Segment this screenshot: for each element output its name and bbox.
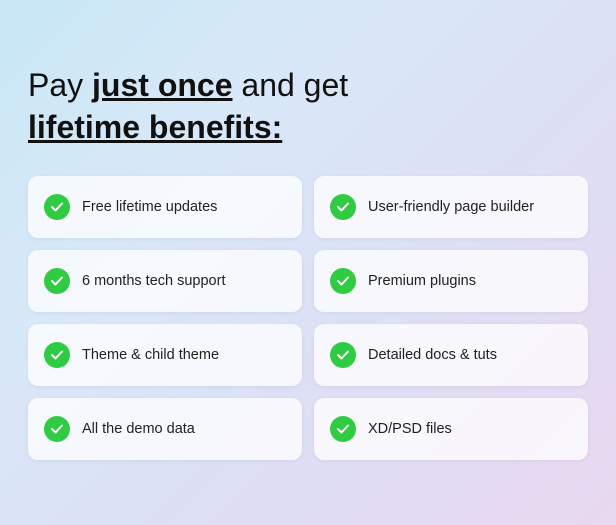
- check-icon-demo-data: [44, 416, 70, 442]
- benefit-card-free-updates: Free lifetime updates: [28, 176, 302, 238]
- check-icon-xd-psd: [330, 416, 356, 442]
- benefit-label-child-theme: Theme & child theme: [82, 347, 219, 363]
- check-icon-free-updates: [44, 194, 70, 220]
- check-icon-tech-support: [44, 268, 70, 294]
- just-once-text: just once: [92, 67, 232, 103]
- benefit-card-detailed-docs: Detailed docs & tuts: [314, 324, 588, 386]
- check-icon-user-friendly: [330, 194, 356, 220]
- benefits-grid: Free lifetime updates User-friendly page…: [28, 176, 588, 460]
- benefit-card-tech-support: 6 months tech support: [28, 250, 302, 312]
- benefit-label-detailed-docs: Detailed docs & tuts: [368, 347, 497, 363]
- headline-line2: lifetime benefits:: [28, 107, 588, 149]
- main-container: Pay just once and get lifetime benefits:…: [18, 45, 598, 480]
- main-headline: Pay just once and get lifetime benefits:: [28, 65, 588, 148]
- benefit-card-premium-plugins: Premium plugins: [314, 250, 588, 312]
- benefit-card-child-theme: Theme & child theme: [28, 324, 302, 386]
- benefit-label-xd-psd: XD/PSD files: [368, 421, 452, 437]
- check-icon-detailed-docs: [330, 342, 356, 368]
- benefit-label-user-friendly: User-friendly page builder: [368, 199, 534, 215]
- benefit-label-demo-data: All the demo data: [82, 421, 195, 437]
- benefit-card-xd-psd: XD/PSD files: [314, 398, 588, 460]
- benefit-label-premium-plugins: Premium plugins: [368, 273, 476, 289]
- check-icon-child-theme: [44, 342, 70, 368]
- benefit-label-tech-support: 6 months tech support: [82, 273, 225, 289]
- benefit-card-demo-data: All the demo data: [28, 398, 302, 460]
- headline-section: Pay just once and get lifetime benefits:: [28, 65, 588, 148]
- benefit-label-free-updates: Free lifetime updates: [82, 199, 217, 215]
- benefit-card-user-friendly: User-friendly page builder: [314, 176, 588, 238]
- check-icon-premium-plugins: [330, 268, 356, 294]
- headline-line1: Pay just once and get: [28, 67, 348, 103]
